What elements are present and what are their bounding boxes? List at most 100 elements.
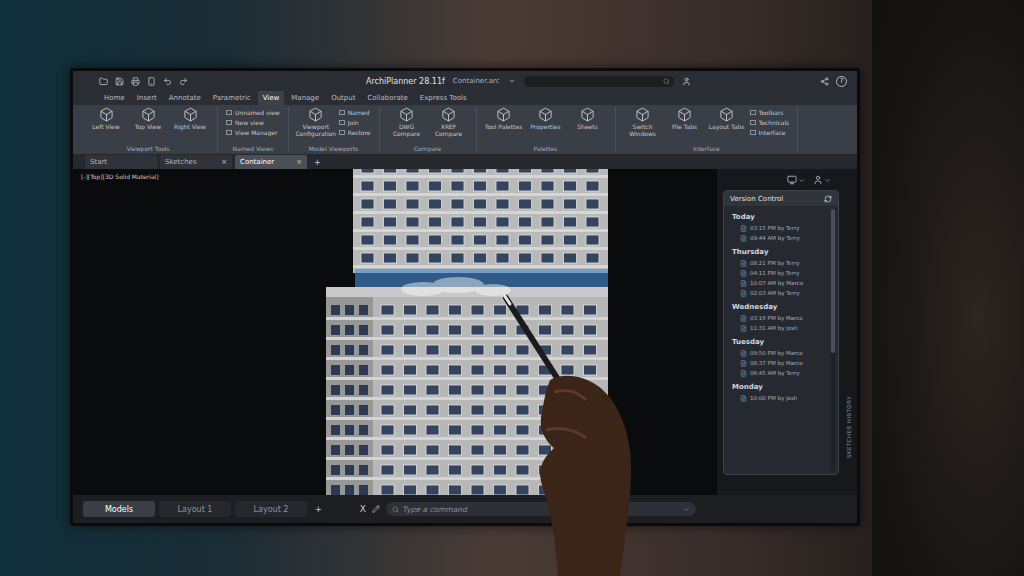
ribbon-tab[interactable]: Manage xyxy=(286,91,324,105)
building-window xyxy=(406,217,419,227)
document-tabs: StartSketches×Container×+ xyxy=(73,155,857,169)
version-entry[interactable]: 08:37 PM by Marco xyxy=(732,359,824,368)
ribbon-tab[interactable]: Output xyxy=(326,91,360,105)
ribbon-button[interactable]: Layout Tabs xyxy=(708,107,746,131)
chevron-down-icon[interactable] xyxy=(683,506,690,513)
building-window xyxy=(381,385,394,395)
ribbon-tab[interactable]: Annotate xyxy=(164,91,206,105)
building-window xyxy=(404,305,417,315)
ribbon-button-label: Layout Tabs xyxy=(709,124,745,131)
layout-tab[interactable]: Layout 2 xyxy=(235,501,307,517)
version-entry[interactable]: 03:16 PM by Marco xyxy=(732,314,824,323)
print-icon[interactable] xyxy=(131,77,140,86)
version-entry[interactable]: 09:44 AM by Terry xyxy=(732,234,824,243)
building-window xyxy=(586,253,599,263)
tab-close-button[interactable]: × xyxy=(296,158,302,166)
ribbon-button[interactable]: Right View xyxy=(171,107,209,131)
pencil-tip xyxy=(504,295,510,304)
save-icon[interactable] xyxy=(115,77,124,86)
ribbon-small-item[interactable]: Named xyxy=(339,109,371,116)
version-entry[interactable]: 02:03 AM by Terry xyxy=(732,289,824,298)
command-close-button[interactable]: X xyxy=(360,504,366,514)
layout-tab[interactable]: Models xyxy=(83,501,155,517)
new-tab-button[interactable]: + xyxy=(310,155,325,169)
building-window xyxy=(451,169,464,173)
ribbon-tab[interactable]: Collaborate xyxy=(362,91,412,105)
ribbon-button[interactable]: DWG Compare xyxy=(388,107,426,137)
pencil-icon[interactable] xyxy=(372,505,380,513)
ribbon-small-item[interactable]: Restore xyxy=(339,129,371,136)
building-window xyxy=(519,199,532,209)
refresh-icon[interactable] xyxy=(824,195,832,203)
ribbon-tab[interactable]: Express Tools xyxy=(415,91,472,105)
scrollbar[interactable] xyxy=(831,209,835,471)
ribbon-tab[interactable]: Home xyxy=(99,91,130,105)
ribbon-button[interactable]: Switch Windows xyxy=(624,107,662,137)
building-window xyxy=(519,181,532,191)
sketches-history-label[interactable]: SKETCHES HISTORY xyxy=(846,396,852,458)
building-window xyxy=(359,465,368,475)
version-entry[interactable]: 03:15 PM by Terry xyxy=(732,224,824,233)
ribbon-button[interactable]: Properties xyxy=(527,107,565,131)
ribbon-small-item[interactable]: Unnamed view xyxy=(226,109,280,116)
open-folder-icon[interactable] xyxy=(99,77,108,86)
display-menu[interactable] xyxy=(787,175,805,185)
share-icon[interactable] xyxy=(820,77,829,86)
ribbon-button[interactable]: XREF Compare xyxy=(430,107,468,137)
ribbon-small-item[interactable]: Interface xyxy=(750,129,790,136)
ribbon-button[interactable]: Viewport Configuration xyxy=(297,107,335,137)
document-tab[interactable]: Sketches× xyxy=(160,155,232,169)
document-tab[interactable]: Start xyxy=(85,155,157,169)
day-header: Monday xyxy=(732,379,824,393)
tool-icon xyxy=(308,107,323,122)
ribbon-button[interactable]: Sheets xyxy=(569,107,607,131)
version-entry[interactable]: 08:21 PM by Terry xyxy=(732,259,824,268)
ribbon-tab[interactable]: Insert xyxy=(132,91,162,105)
version-entry[interactable]: 09:50 PM by Marco xyxy=(732,349,824,358)
display-icon xyxy=(787,175,797,185)
ribbon-tab[interactable]: Parametric xyxy=(208,91,256,105)
device-icon[interactable] xyxy=(147,77,156,86)
ribbon-button[interactable]: Left View xyxy=(87,107,125,131)
redo-icon[interactable] xyxy=(179,77,188,86)
undo-icon[interactable] xyxy=(163,77,172,86)
building-window xyxy=(451,217,464,227)
user-icon[interactable] xyxy=(682,77,691,86)
ribbon-small-item[interactable]: Join xyxy=(339,119,371,126)
chevron-down-icon[interactable] xyxy=(508,77,516,85)
building-window xyxy=(331,305,340,315)
file-icon xyxy=(740,395,747,402)
building-window xyxy=(331,365,340,375)
document-tab[interactable]: Container× xyxy=(235,155,307,169)
ribbon-small-item[interactable]: Technicals xyxy=(750,119,790,126)
version-entry[interactable]: 06:45 AM by Terry xyxy=(732,369,824,378)
ribbon-button[interactable]: Tool Palettes xyxy=(485,107,523,131)
viewport-label[interactable]: [-][Top][3D Solid Material] xyxy=(81,173,159,180)
add-layout-button[interactable]: + xyxy=(311,505,326,514)
help-button[interactable]: ? xyxy=(836,76,847,87)
building-window xyxy=(345,405,354,415)
version-entry[interactable]: 04:11 PM by Terry xyxy=(732,269,824,278)
building-window xyxy=(345,345,354,355)
ribbon-small-item[interactable]: Toolbars xyxy=(750,109,790,116)
ribbon-small-item[interactable]: View Manager xyxy=(226,129,280,136)
ribbon-tab[interactable]: View xyxy=(258,91,285,105)
scrollbar-thumb[interactable] xyxy=(831,209,835,353)
ribbon-button[interactable]: File Tabs xyxy=(666,107,704,131)
version-entry[interactable]: 10:00 PM by Josh xyxy=(732,394,824,403)
layout-tab[interactable]: Layout 1 xyxy=(159,501,231,517)
building-window xyxy=(449,485,462,495)
version-entry[interactable]: 10:07 AM by Marco xyxy=(732,279,824,288)
ribbon-small-list: Named Join Restore xyxy=(339,107,371,136)
floor-slab xyxy=(326,317,608,320)
ribbon-button-label: DWG Compare xyxy=(388,124,426,137)
search-field[interactable] xyxy=(524,76,674,87)
tab-close-button[interactable]: × xyxy=(221,158,227,166)
account-menu[interactable] xyxy=(813,175,831,185)
building-window xyxy=(449,385,462,395)
ribbon-small-item[interactable]: New view xyxy=(226,119,280,126)
version-entry[interactable]: 11:31 AM by Josh xyxy=(732,324,824,333)
command-input[interactable]: Type a command xyxy=(386,502,696,516)
building-window xyxy=(404,465,417,475)
ribbon-button[interactable]: Top View xyxy=(129,107,167,131)
